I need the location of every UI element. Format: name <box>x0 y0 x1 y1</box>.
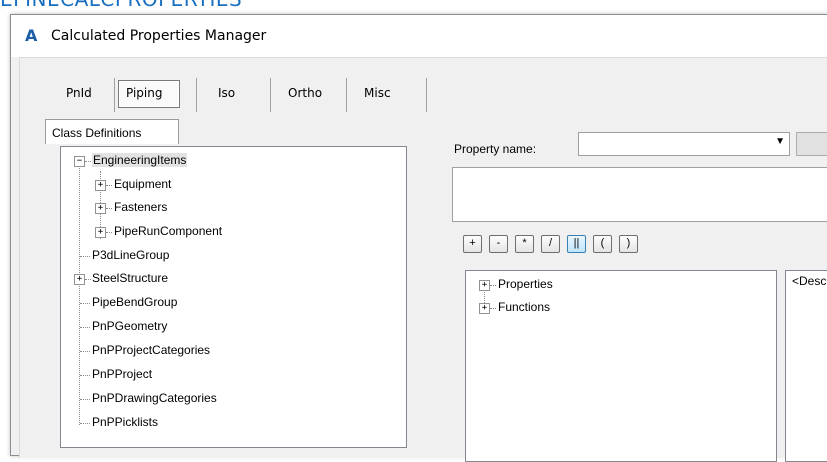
tree-node-pipe-run-component[interactable]: PipeRunComponent <box>114 224 222 238</box>
tree-line <box>85 161 91 162</box>
expand-icon[interactable]: + <box>95 203 106 214</box>
tree-line <box>490 285 496 286</box>
tree-line <box>106 208 112 209</box>
tree-line <box>106 185 112 186</box>
property-name-combo[interactable]: ▼ <box>578 132 790 156</box>
plus-operator-button[interactable]: + <box>463 235 482 253</box>
tree-node-equipment[interactable]: Equipment <box>114 177 171 191</box>
open-paren-button[interactable]: ( <box>593 235 612 253</box>
tree-node-engineering-items[interactable]: EngineeringItems <box>92 153 188 167</box>
tree-line <box>80 327 90 328</box>
tree-node-pnp-project-categories[interactable]: PnPProjectCategories <box>92 343 210 357</box>
tree-node-functions[interactable]: Functions <box>498 300 550 314</box>
tab-misc[interactable]: Misc <box>364 86 391 100</box>
class-tree[interactable]: − EngineeringItems + Equipment + Fastene… <box>60 146 407 448</box>
tab-separator <box>426 78 427 112</box>
tree-line <box>80 423 90 424</box>
expand-icon[interactable]: + <box>479 280 490 291</box>
description-text: <Desc <box>792 274 827 288</box>
expand-icon[interactable]: + <box>95 227 106 238</box>
class-definitions-label: Class Definitions <box>52 126 142 140</box>
tree-node-p3d-line-group[interactable]: P3dLineGroup <box>92 248 169 262</box>
property-name-label: Property name: <box>454 142 537 156</box>
tab-separator <box>196 78 197 112</box>
tree-line <box>80 256 90 257</box>
tree-line <box>80 303 90 304</box>
tab-pnid[interactable]: PnId <box>66 86 92 100</box>
tab-piping[interactable]: Piping <box>126 86 162 100</box>
multiply-operator-button[interactable]: * <box>515 235 534 253</box>
expression-editor[interactable] <box>452 167 827 222</box>
title-bar: A Calculated Properties Manager <box>11 15 827 57</box>
expand-icon[interactable]: + <box>74 274 85 285</box>
expand-icon[interactable]: + <box>95 180 106 191</box>
tree-node-pnp-picklists[interactable]: PnPPicklists <box>92 415 158 429</box>
tree-line <box>80 375 90 376</box>
tree-node-pnp-project[interactable]: PnPProject <box>92 367 152 381</box>
dropdown-arrow-icon[interactable]: ▼ <box>775 136 785 147</box>
tree-node-properties[interactable]: Properties <box>498 277 553 291</box>
tree-node-pnp-geometry[interactable]: PnPGeometry <box>92 319 167 333</box>
tab-separator <box>270 78 271 112</box>
dialog-content: PnId Piping Iso Ortho Misc Class Definit… <box>19 57 827 462</box>
window-title: Calculated Properties Manager <box>51 28 267 44</box>
tree-line <box>79 161 80 425</box>
tree-node-pipe-bend-group[interactable]: PipeBendGroup <box>92 295 177 309</box>
function-tree[interactable]: + Properties + Functions <box>465 270 777 462</box>
tab-ortho[interactable]: Ortho <box>288 86 322 100</box>
tree-line <box>106 232 112 233</box>
tree-line <box>80 399 90 400</box>
tab-separator <box>346 78 347 112</box>
tab-class-definitions[interactable]: Class Definitions <box>45 119 179 144</box>
tree-node-pnp-drawing-categories[interactable]: PnPDrawingCategories <box>92 391 217 405</box>
divide-operator-button[interactable]: / <box>541 235 560 253</box>
autocad-a-icon: A <box>25 26 38 45</box>
description-box: <Desc <box>785 270 827 462</box>
tree-node-steel-structure[interactable]: SteelStructure <box>92 271 168 285</box>
property-action-button[interactable] <box>796 132 827 156</box>
close-paren-button[interactable]: ) <box>619 235 638 253</box>
background-heading: EFINECALCPROPERTIES <box>0 0 242 11</box>
minus-operator-button[interactable]: - <box>489 235 508 253</box>
expand-icon[interactable]: + <box>479 303 490 314</box>
tree-node-label: EngineeringItems <box>92 153 188 167</box>
tree-line <box>490 308 496 309</box>
tree-line <box>80 351 90 352</box>
collapse-icon[interactable]: − <box>74 156 85 167</box>
tab-separator <box>114 78 115 112</box>
tree-node-fasteners[interactable]: Fasteners <box>114 200 167 214</box>
tree-line <box>85 279 91 280</box>
calculated-properties-window: A Calculated Properties Manager PnId Pip… <box>10 14 827 462</box>
tab-iso[interactable]: Iso <box>218 86 235 100</box>
concat-operator-button[interactable]: || <box>567 235 586 253</box>
